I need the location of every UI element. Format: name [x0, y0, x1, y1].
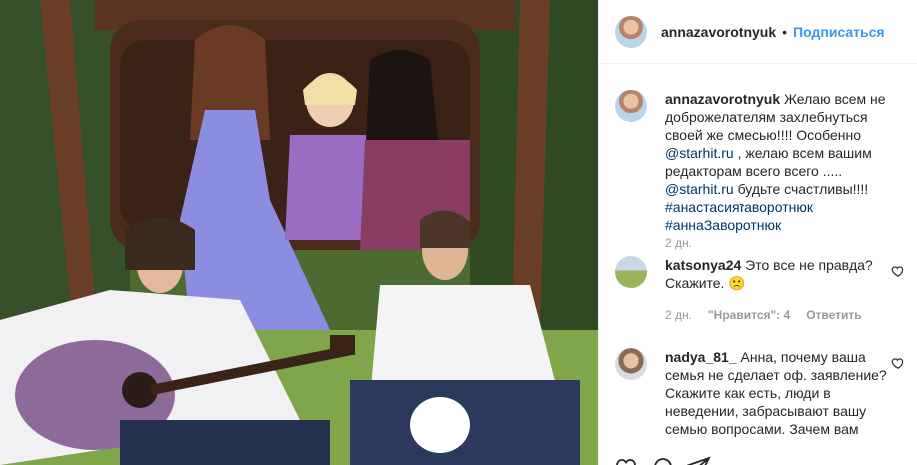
comment-icon[interactable] [651, 455, 675, 465]
separator-dot: • [782, 23, 788, 40]
caption-avatar[interactable] [615, 90, 647, 122]
hashtag-link-2[interactable]: #аннаЗаворотнюк [665, 217, 781, 233]
mention-link-2[interactable]: @starhit.ru [665, 181, 734, 197]
author-username[interactable]: annazavorotnyuk [661, 24, 776, 40]
like-heart-icon[interactable] [615, 455, 639, 465]
heart-icon[interactable] [891, 264, 905, 278]
comments-list[interactable]: annazavorotnyuk Желаю всем не доброжелат… [599, 64, 917, 453]
hashtag-link-1[interactable]: #анастасияזаворотнюк [665, 199, 813, 215]
comment-author[interactable]: nadya_81_ [665, 349, 737, 365]
heart-icon[interactable] [891, 356, 905, 370]
photo-illustration [0, 0, 598, 465]
caption-text-part-3: будьте счастливы!!!! [733, 181, 869, 197]
comment-likes[interactable]: "Нравится": 4 [708, 308, 790, 322]
caption-time[interactable]: 2 дн. [665, 236, 692, 250]
post-photo[interactable] [0, 0, 598, 465]
comment-avatar[interactable] [615, 348, 647, 380]
caption-text: annazavorotnyuk Желаю всем не доброжелат… [665, 90, 900, 234]
caption-author[interactable]: annazavorotnyuk [665, 91, 780, 107]
reply-button[interactable]: Ответить [806, 308, 861, 322]
author-avatar[interactable] [615, 15, 647, 48]
post-side-panel: annazavorotnyuk • Подписаться annazavoro… [598, 0, 917, 465]
share-icon[interactable] [687, 455, 711, 465]
caption-meta: 2 дн. [665, 236, 692, 250]
mention-link-1[interactable]: @starhit.ru [665, 145, 734, 161]
comment-text: katsonya24 Это все не правда? Скажите. 🙁 [665, 256, 900, 292]
post-header: annazavorotnyuk • Подписаться [599, 0, 917, 64]
comment-meta: 2 дн. "Нравится": 4 Ответить [665, 308, 862, 322]
comment-text: nadya_81_ Анна, почему ваша семья не сде… [665, 348, 900, 438]
comment-avatar[interactable] [615, 256, 647, 288]
action-bar [615, 451, 711, 465]
comment-time[interactable]: 2 дн. [665, 308, 692, 322]
comment-author[interactable]: katsonya24 [665, 257, 741, 273]
follow-button[interactable]: Подписаться [793, 24, 885, 40]
